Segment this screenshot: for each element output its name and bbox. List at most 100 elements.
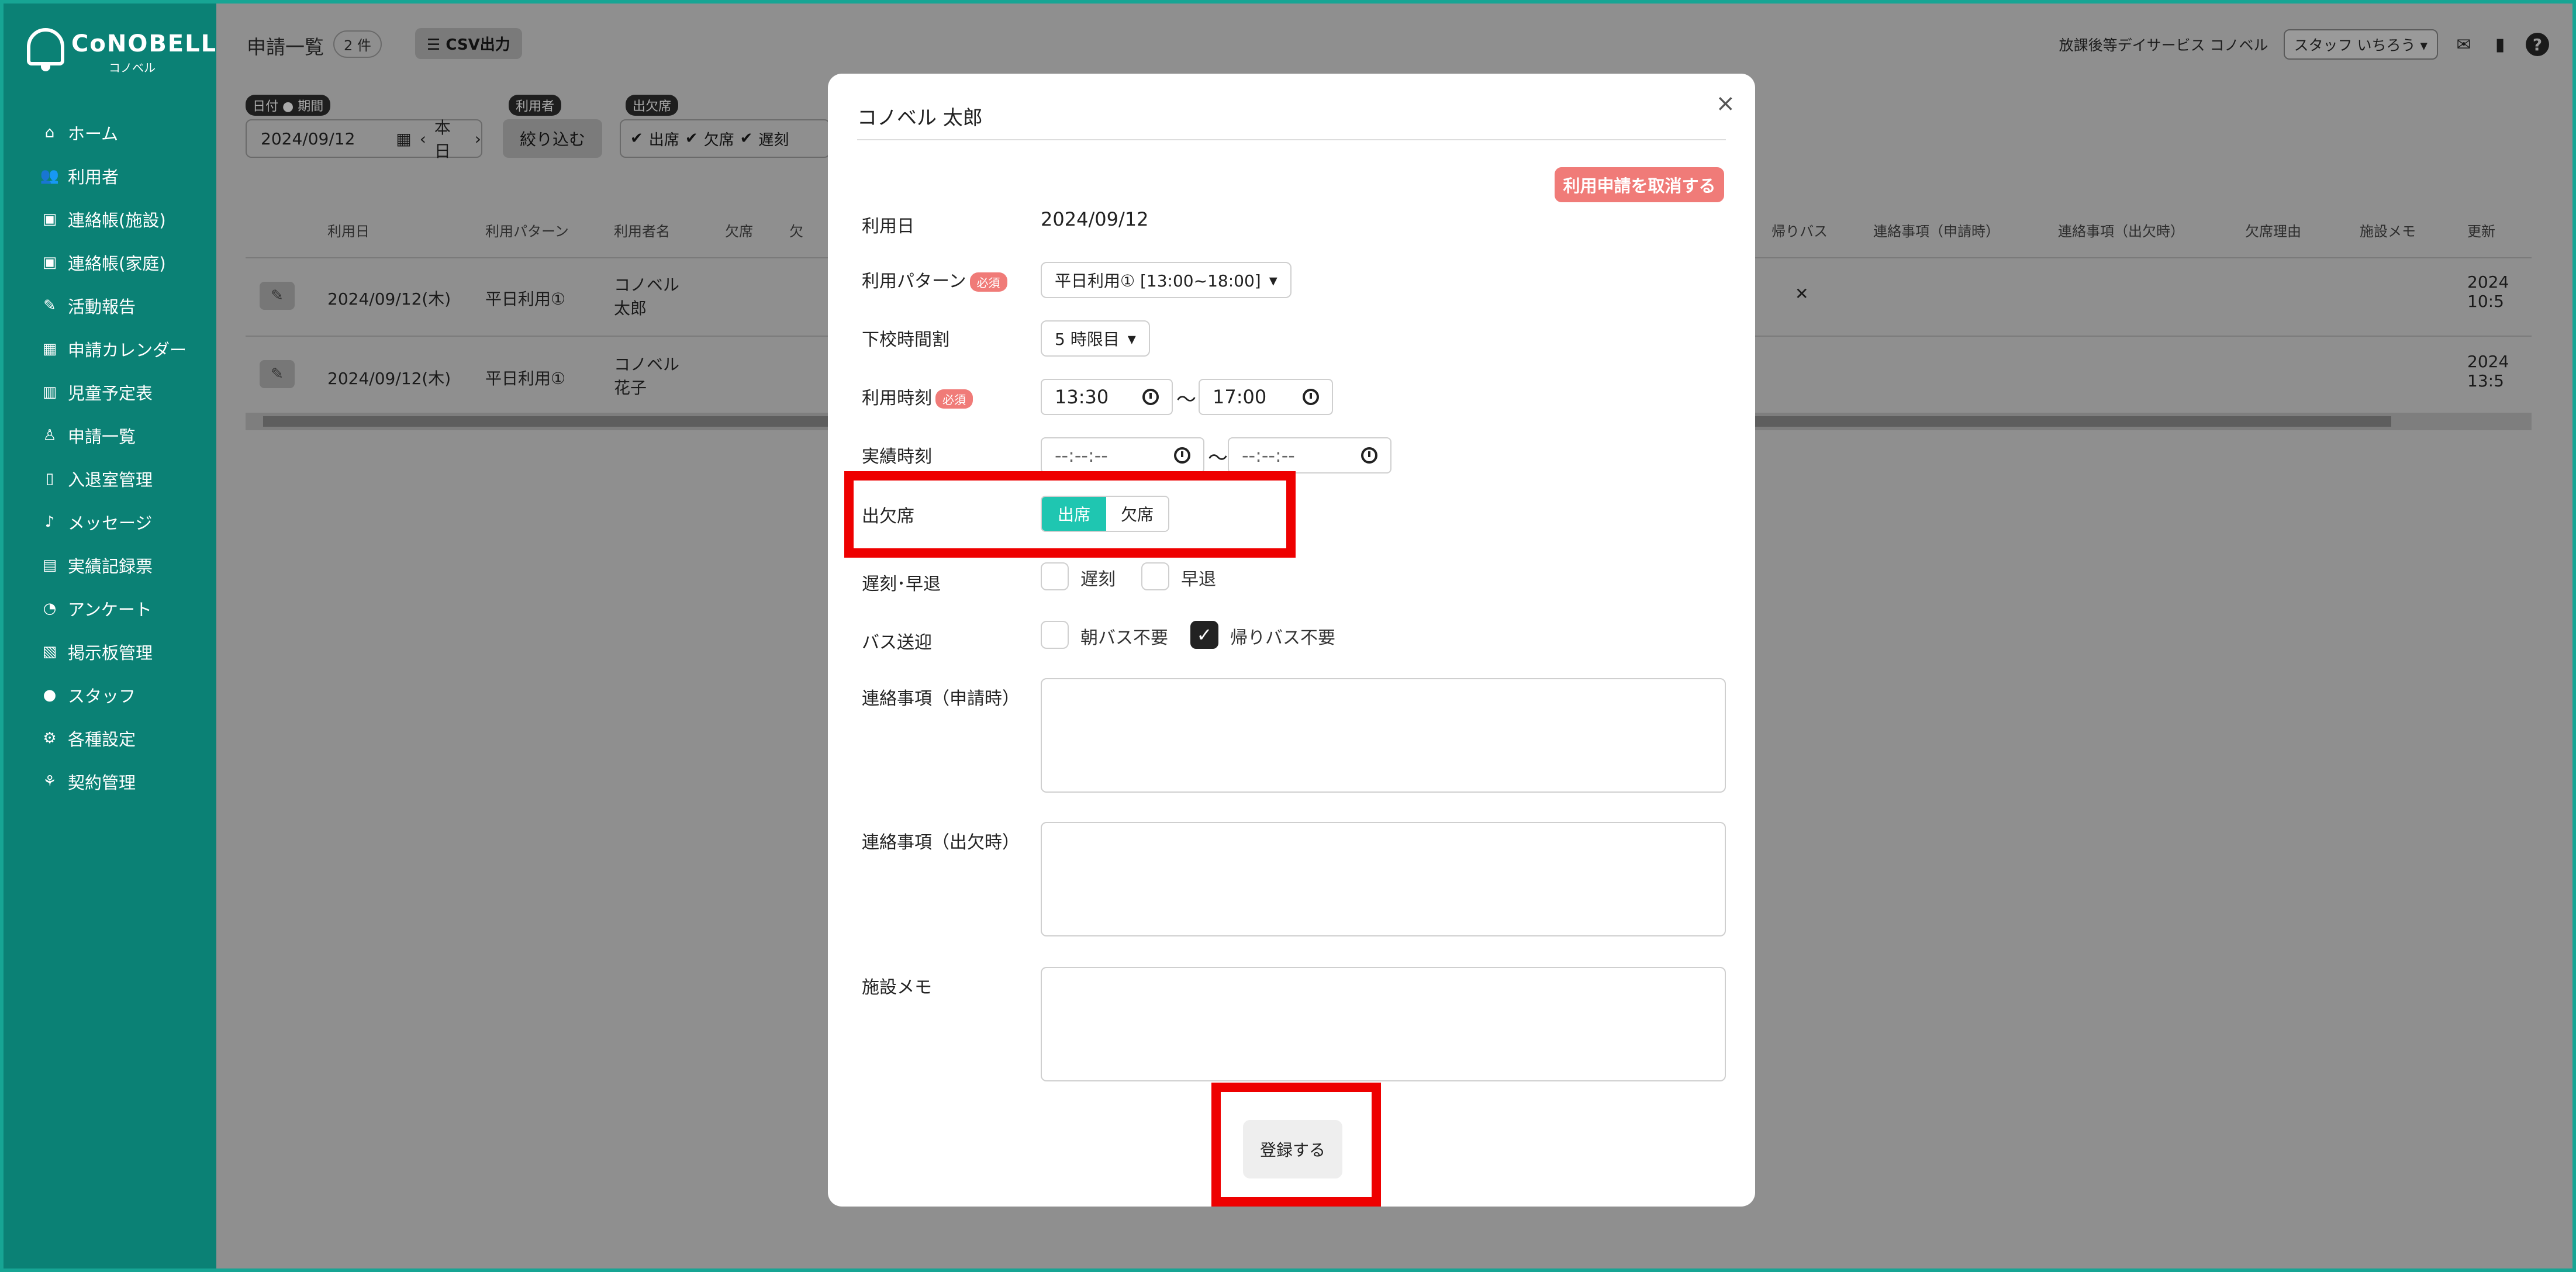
return-bus-checkbox[interactable]: ✓ [1190,621,1218,649]
notebook-icon: ▣ [42,210,57,228]
sidebar-nav: ⌂ ホーム 👥 利用者 ▣ 連絡帳(施設) ▣ 連絡帳(家庭) ✎ 活動報告 ▦ 申請カレンダー ▥ 児童… [4,111,216,803]
col-pattern[interactable]: 利用パターン [485,220,569,240]
clock-icon[interactable] [1361,447,1377,464]
sidebar: CoNOBELL コノベル ⌂ ホーム 👥 利用者 ▣ 連絡帳(施設) ▣ 連絡帳(家庭) ✎ 活… [4,4,216,1268]
row1-pattern: 平日利用① [485,289,566,309]
time-from-input[interactable]: 13:30 [1041,379,1173,415]
actual-to-value: --:--:-- [1242,444,1295,466]
col-absent2[interactable]: 欠 [789,220,803,240]
sidebar-item-label: 児童予定表 [68,383,153,403]
time-to-input[interactable]: 17:00 [1199,379,1333,415]
sidebar-item-11[interactable]: ◔ アンケート [4,587,216,630]
check-icon: ✓ [1196,624,1213,646]
note-apply-label: 連絡事項（申請時） [862,689,1020,709]
row1-date: 2024/09/12(木) [327,289,451,309]
person-icon: ● [43,686,57,704]
csv-export-label: CSV出力 [446,36,510,54]
csv-export-button[interactable]: ☰ CSV出力 [415,28,522,59]
check-icon[interactable]: ✔ [740,130,753,147]
row2-pattern: 平日利用① [485,369,566,388]
topbar-right: 放課後等デイサービス コノベル スタッフ いちろう ▾ ✉ ▮ ? [2059,29,2549,60]
period-value: 5 時限目 [1055,330,1120,349]
sidebar-item-6[interactable]: ▥ 児童予定表 [4,371,216,414]
col-absent[interactable]: 欠席 [725,220,753,240]
sidebar-item-label: 実績記録票 [68,556,153,576]
sidebar-item-13[interactable]: ● スタッフ [4,673,216,717]
col-name[interactable]: 利用者名 [614,220,670,240]
clock-icon[interactable] [1303,389,1319,405]
date-chip[interactable]: 日付 ● 期間 [246,95,331,116]
sidebar-item-1[interactable]: 👥 利用者 [4,154,216,198]
col-note-apply[interactable]: 連絡事項（申請時） [1873,220,2000,240]
caret-down-icon: ▾ [1127,329,1136,348]
book-icon[interactable]: ▮ [2489,34,2511,55]
mail-icon[interactable]: ✉ [2453,34,2474,55]
note-apply-textarea[interactable] [1041,678,1726,793]
staff-select[interactable]: スタッフ いちろう ▾ [2283,29,2438,60]
gear-icon: ⚙ [43,730,57,747]
date-chip-label: 日付 [253,99,279,114]
col-return-bus[interactable]: 帰りバス [1772,220,1828,240]
sidebar-item-8[interactable]: ▯ 入退室管理 [4,457,216,500]
sidebar-item-3[interactable]: ▣ 連絡帳(家庭) [4,241,216,284]
next-day-icon[interactable]: › [475,129,481,148]
col-updated[interactable]: 更新 [2467,220,2495,240]
pattern-value: 平日利用① [13:00~18:00] [1055,271,1261,291]
sidebar-item-10[interactable]: ▤ 実績記録票 [4,544,216,587]
users-icon: 👥 [40,167,60,185]
sidebar-item-4[interactable]: ✎ 活動報告 [4,284,216,327]
edit-icon[interactable]: ✎ [260,360,295,388]
filter-attend: 出席 [648,131,679,149]
brand-logo[interactable]: CoNOBELL コノベル [27,21,216,80]
sidebar-item-14[interactable]: ⚙ 各種設定 [4,717,216,760]
filter-absent: 欠席 [703,131,734,149]
sidebar-item-9[interactable]: ♪ メッセージ [4,500,216,544]
check-icon[interactable]: ✔ [685,130,698,147]
memo-label: 施設メモ [862,977,932,998]
pattern-label-text: 利用パターン [862,271,966,292]
date-value: 2024/09/12 [1041,208,1149,230]
late-checkbox[interactable] [1041,562,1069,590]
today-button[interactable]: 本日 [434,115,467,162]
brand-name: CoNOBELL [71,30,217,57]
sidebar-item-label: 入退室管理 [68,470,153,490]
actual-from-input[interactable]: --:--:-- [1041,437,1204,473]
morning-bus-checkbox[interactable] [1041,621,1069,649]
pattern-select[interactable]: 平日利用① [13:00~18:00] ▾ [1041,262,1292,298]
cancel-application-button[interactable]: 利用申請を取消する [1555,167,1724,202]
clock-icon[interactable] [1142,389,1159,405]
col-date[interactable]: 利用日 [327,220,370,240]
clock-icon[interactable] [1174,447,1190,464]
date-picker[interactable]: 2024/09/12 ▦ ‹ 本日 › [246,118,482,161]
memo-textarea[interactable] [1041,967,1726,1081]
note-attend-textarea[interactable] [1041,822,1726,936]
narrow-button[interactable]: 絞り込む [503,119,602,158]
col-note-attend[interactable]: 連絡事項（出欠時） [2058,220,2184,240]
sidebar-item-0[interactable]: ⌂ ホーム [4,111,216,154]
caret-down-icon: ▾ [1269,270,1277,290]
help-icon[interactable]: ? [2526,33,2549,56]
sidebar-item-5[interactable]: ▦ 申請カレンダー [4,327,216,371]
prev-day-icon[interactable]: ‹ [420,129,426,148]
morning-bus-label: 朝バス不要 [1080,628,1168,648]
attendance-filter[interactable]: ✔ 出席 ✔ 欠席 ✔ 遅刻 [620,119,830,158]
actual-to-input[interactable]: --:--:-- [1228,437,1391,473]
sidebar-item-label: 連絡帳(施設) [68,210,166,230]
col-memo[interactable]: 施設メモ [2360,220,2416,240]
early-checkbox[interactable] [1141,562,1169,590]
sidebar-item-label: 申請一覧 [68,427,136,447]
period-label: 下校時間割 [862,330,949,350]
col-absent-reason[interactable]: 欠席理由 [2245,220,2301,240]
page-title: 申請一覧 [247,36,324,58]
check-icon[interactable]: ✔ [630,130,643,147]
time-label: 利用時刻 必須 [862,383,973,409]
period-select[interactable]: 5 時限目 ▾ [1041,320,1150,357]
sidebar-item-2[interactable]: ▣ 連絡帳(施設) [4,198,216,241]
close-icon[interactable]: × [1715,90,1735,117]
late-label: 遅刻 [1080,569,1116,590]
sidebar-item-7[interactable]: ♙ 申請一覧 [4,414,216,457]
calendar-icon[interactable]: ▦ [396,129,411,148]
sidebar-item-12[interactable]: ▧ 掲示板管理 [4,630,216,673]
edit-icon[interactable]: ✎ [260,282,295,310]
sidebar-item-15[interactable]: ⚘ 契約管理 [4,760,216,803]
